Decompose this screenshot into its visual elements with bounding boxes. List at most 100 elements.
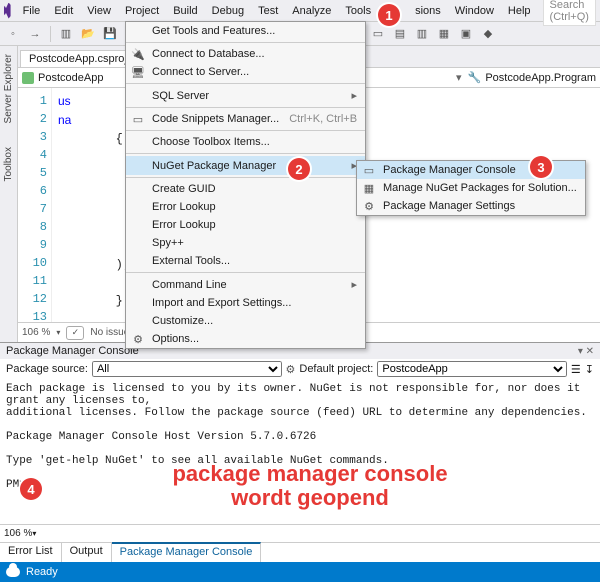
menu-bar-row: FileEditViewProjectBuildDebugTestAnalyze…	[0, 0, 600, 22]
menu-build[interactable]: Build	[167, 3, 203, 19]
side-tab-server-explorer[interactable]: Server Explorer	[3, 54, 14, 123]
status-bar: Ready	[0, 562, 600, 582]
menu-item-icon: 🔌	[130, 48, 146, 61]
menu-edit[interactable]: Edit	[48, 3, 79, 19]
pkg-source-label: Package source:	[6, 363, 88, 375]
panel-zoom[interactable]: 106 %	[4, 528, 32, 539]
menu-item-icon: ▭	[130, 113, 146, 126]
save-icon[interactable]: 💾	[101, 25, 119, 43]
menu-project[interactable]: Project	[119, 3, 165, 19]
tools-mi-error-lookup[interactable]: Error Lookup	[126, 216, 365, 234]
menu-item-label: Create GUID	[152, 183, 216, 195]
nuget-mi-package-manager-settings[interactable]: ⚙Package Manager Settings	[357, 197, 585, 215]
quick-launch-placeholder: Search (Ctrl+Q)	[550, 0, 589, 23]
menu-item-label: Error Lookup	[152, 201, 216, 213]
nav-back-icon[interactable]: ◦	[4, 25, 22, 43]
panel-tool-b[interactable]: ↧	[585, 363, 594, 376]
menu-item-label: Import and Export Settings...	[152, 297, 291, 309]
menu-item-icon: ⚙	[130, 333, 146, 346]
breadcrumb-left[interactable]: PostcodeApp	[38, 72, 103, 84]
vs-logo-icon	[4, 3, 11, 19]
menu-item-label: Options...	[152, 333, 199, 345]
tools-mi-connect-to-server-[interactable]: 🖥Connect to Server...	[126, 63, 365, 81]
callout-1: 1	[378, 4, 400, 26]
tools-mi-error-lookup[interactable]: Error Lookup	[126, 198, 365, 216]
menu-debug[interactable]: Debug	[206, 3, 250, 19]
menu-test[interactable]: Test	[252, 3, 284, 19]
submenu-arrow-icon: ▸	[352, 278, 358, 291]
callout-2: 2	[288, 158, 310, 180]
out-tab-output[interactable]: Output	[62, 543, 112, 562]
new-file-icon[interactable]: ▥	[57, 25, 75, 43]
panel-title: Package Manager Console	[6, 345, 139, 357]
issues-badge[interactable]: ✓	[66, 326, 84, 340]
out-tab-error-list[interactable]: Error List	[0, 543, 62, 562]
out-tab-package-manager-console[interactable]: Package Manager Console	[112, 542, 262, 562]
tools-mi-command-line[interactable]: Command Line ▸	[126, 275, 365, 294]
menu-item-label: Spy++	[152, 237, 184, 249]
tools-mi-sql-server[interactable]: SQL Server ▸	[126, 86, 365, 105]
menu-item-label: Command Line	[152, 279, 227, 291]
doc-tab-active[interactable]: PostcodeApp.csproj	[20, 50, 136, 67]
tools-mi-import-and-export-settings-[interactable]: Import and Export Settings...	[126, 294, 365, 312]
pkg-source-select[interactable]: All	[92, 361, 282, 377]
menu-view[interactable]: View	[81, 3, 117, 19]
menu-item-label: SQL Server	[152, 90, 209, 102]
tools-mi-options-[interactable]: ⚙ Options...	[126, 330, 365, 348]
breadcrumb-right[interactable]: PostcodeApp.Program	[485, 72, 596, 84]
tb-icon-d[interactable]: ▤	[391, 25, 409, 43]
nav-fwd-icon[interactable]: →	[26, 25, 44, 43]
tb-icon-e[interactable]: ▥	[413, 25, 431, 43]
zoom-level[interactable]: 106 %	[22, 327, 50, 338]
tools-mi-customize-[interactable]: Customize...	[126, 312, 365, 330]
submenu-arrow-icon: ▸	[352, 89, 358, 102]
tools-mi-get-tools-and-features-[interactable]: Get Tools and Features...	[126, 22, 365, 40]
open-icon[interactable]: 📂	[79, 25, 97, 43]
menu-item-label: Manage NuGet Packages for Solution...	[383, 182, 577, 194]
tb-icon-h[interactable]: ◆	[479, 25, 497, 43]
line-numbers: 12345678910111213	[18, 88, 52, 322]
package-manager-console-panel: Package Manager Console ▾ ✕ Package sour…	[0, 342, 600, 542]
menu-item-label: External Tools...	[152, 255, 230, 267]
default-project-select[interactable]: PostcodeApp	[377, 361, 567, 377]
panel-bottom: 106 %▾	[0, 524, 600, 542]
menu-item-label: Package Manager Settings	[383, 200, 515, 212]
tools-mi-create-guid[interactable]: Create GUID	[126, 180, 365, 198]
menu-item-label: Choose Toolbox Items...	[152, 136, 270, 148]
status-text: Ready	[26, 566, 58, 578]
menu-analyze[interactable]: Analyze	[286, 3, 337, 19]
tb-icon-c[interactable]: ▭	[369, 25, 387, 43]
menu-help[interactable]: Help	[502, 3, 537, 19]
menu-window[interactable]: Window	[449, 3, 500, 19]
tools-mi-external-tools-[interactable]: External Tools...	[126, 252, 365, 270]
gear-icon[interactable]: ⚙	[286, 363, 296, 376]
menu-sions[interactable]: sions	[409, 3, 447, 19]
callout-3: 3	[530, 156, 552, 178]
tb-icon-g[interactable]: ▣	[457, 25, 475, 43]
output-tabs: Error ListOutputPackage Manager Console	[0, 542, 600, 562]
main-menu: FileEditViewProjectBuildDebugTestAnalyze…	[17, 3, 537, 19]
panel-toolbar: Package source: All ⚙ Default project: P…	[0, 359, 600, 379]
quick-launch-input[interactable]: Search (Ctrl+Q)	[543, 0, 596, 26]
tools-mi-nuget-package-manager[interactable]: NuGet Package Manager▸	[126, 156, 365, 175]
menu-item-label: Error Lookup	[152, 219, 216, 231]
cloud-icon	[6, 567, 20, 577]
menu-tools[interactable]: Tools	[339, 3, 377, 19]
menu-shortcut: Ctrl+K, Ctrl+B	[289, 113, 357, 125]
tb-icon-f[interactable]: ▦	[435, 25, 453, 43]
tools-mi-spy-[interactable]: Spy++	[126, 234, 365, 252]
callout-4: 4	[20, 478, 42, 500]
nuget-mi-manage-nuget-packages-for-solution-[interactable]: ▦ Manage NuGet Packages for Solution...	[357, 179, 585, 197]
side-tab-toolbox[interactable]: Toolbox	[3, 147, 14, 181]
tools-mi-code-snippets-manager-[interactable]: ▭Code Snippets Manager...Ctrl+K, Ctrl+B	[126, 110, 365, 128]
panel-tool-a[interactable]: ☰	[571, 363, 581, 376]
menu-item-icon: ▭	[361, 164, 377, 177]
side-tabs: Server Explorer Toolbox	[0, 46, 18, 342]
tools-mi-choose-toolbox-items-[interactable]: Choose Toolbox Items...	[126, 133, 365, 151]
menu-item-label: Connect to Database...	[152, 48, 265, 60]
menu-file[interactable]: File	[17, 3, 47, 19]
menu-item-label: Get Tools and Features...	[152, 25, 275, 37]
menu-item-label: Connect to Server...	[152, 66, 249, 78]
menu-item-icon: ▦	[361, 182, 377, 195]
tools-mi-connect-to-database-[interactable]: 🔌 Connect to Database...	[126, 45, 365, 63]
